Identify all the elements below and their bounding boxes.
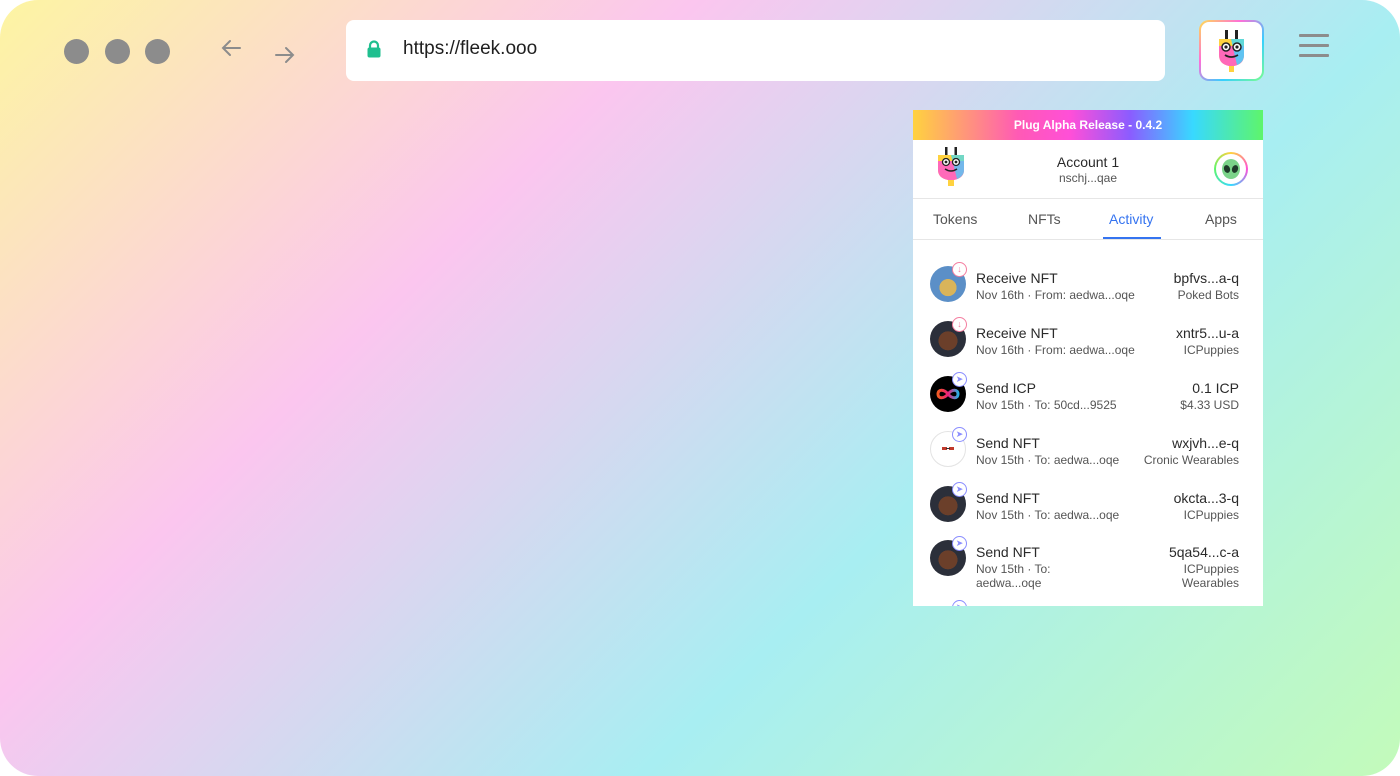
activity-item[interactable]: ↓ Receive NFT Nov 16th · From: aedwa...o… [913,260,1263,314]
activity-value: wxjvh...e-q [1172,435,1239,451]
window-control-dot[interactable] [105,39,130,64]
window-control-dot[interactable] [64,39,89,64]
url-text[interactable]: https://fleek.ooo [403,38,537,60]
account-name[interactable]: Account 1 [913,154,1263,170]
lock-icon [367,40,381,58]
plug-extension-button[interactable] [1199,20,1264,81]
activity-title: Receive NFT [976,325,1058,341]
activity-collection: Cronic Wearables [1143,453,1239,467]
account-address[interactable]: nschj...qae [913,171,1263,185]
send-arrow-icon: ➤ [952,482,967,497]
activity-item[interactable]: ➤ Send NFT Nov 15th · To: aedwa...oqe ok… [913,480,1263,534]
activity-subtitle: Nov 15th · To: 50cd...9525 [976,398,1117,412]
account-avatar[interactable] [1214,152,1248,186]
activity-title: Send ICP [976,380,1036,396]
account-header: Account 1 nschj...qae [913,140,1263,199]
activity-subtitle: Nov 15th · To: aedwa...oqe [976,453,1120,467]
activity-value: bpfvs...a-q [1173,270,1239,286]
activity-collection: ICPuppies [1183,508,1239,522]
active-tab-indicator [1103,237,1161,239]
arrow-right-icon[interactable] [272,42,298,68]
activity-value: okcta...3-q [1173,490,1239,506]
activity-item[interactable]: ➤ Send NFT Nov 15th · To: aedwa...oqe 5q… [913,534,1263,604]
activity-value: 0.1 ICP [1192,380,1239,396]
receive-arrow-icon: ↓ [952,317,967,332]
activity-title: Send NFT [976,435,1040,451]
activity-title: Send NFT [976,490,1040,506]
tab-activity[interactable]: Activity [1109,211,1153,227]
send-arrow-icon: ➤ [952,427,967,442]
activity-item[interactable]: ➤ Send ICP Nov 15th · To: 50cd...9525 0.… [913,370,1263,424]
activity-subtitle: Nov 15th · To: aedwa...oqe [976,508,1120,522]
send-arrow-icon: ➤ [952,372,967,387]
activity-subtitle: Nov 16th · From: aedwa...oqe [976,343,1135,357]
activity-usd-value: $4.33 USD [1180,398,1239,412]
activity-collection: ICPuppies Wearables [1181,562,1239,590]
activity-title: Receive NFT [976,270,1058,286]
activity-item[interactable]: ➤ Send NFT Nov 15th · To: aedwa...oqe wx… [913,425,1263,479]
tab-tokens[interactable]: Tokens [933,211,977,227]
activity-item[interactable]: ↓ Receive NFT Nov 16th · From: aedwa...o… [913,315,1263,369]
plug-wallet-popup: Plug Alpha Release - 0.4.2 Account 1 nsc… [913,110,1263,606]
send-arrow-icon: ➤ [952,536,967,551]
hamburger-menu-icon[interactable] [1299,34,1329,58]
browser-window: https://fleek.ooo Plug Alpha Release - 0… [0,0,1400,776]
arrow-left-icon[interactable] [218,35,244,61]
activity-value: xntr5...u-a [1175,325,1239,341]
window-control-dot[interactable] [145,39,170,64]
plug-logo-icon [1219,30,1244,72]
tab-nfts[interactable]: NFTs [1028,211,1061,227]
alien-icon [1222,159,1240,179]
activity-collection: Poked Bots [1177,288,1239,302]
activity-subtitle: Nov 16th · From: aedwa...oqe [976,288,1135,302]
tab-bar: Tokens NFTs Activity Apps [913,199,1263,240]
activity-collection: ICPuppies [1183,343,1239,357]
address-bar[interactable]: https://fleek.ooo [346,20,1165,81]
receive-arrow-icon: ↓ [952,262,967,277]
tab-apps[interactable]: Apps [1205,211,1237,227]
release-banner: Plug Alpha Release - 0.4.2 [913,110,1263,140]
activity-subtitle: Nov 15th · To: aedwa...oqe [976,562,1051,590]
activity-title: Send NFT [976,544,1040,560]
activity-value: 5qa54...c-a [1168,544,1239,560]
